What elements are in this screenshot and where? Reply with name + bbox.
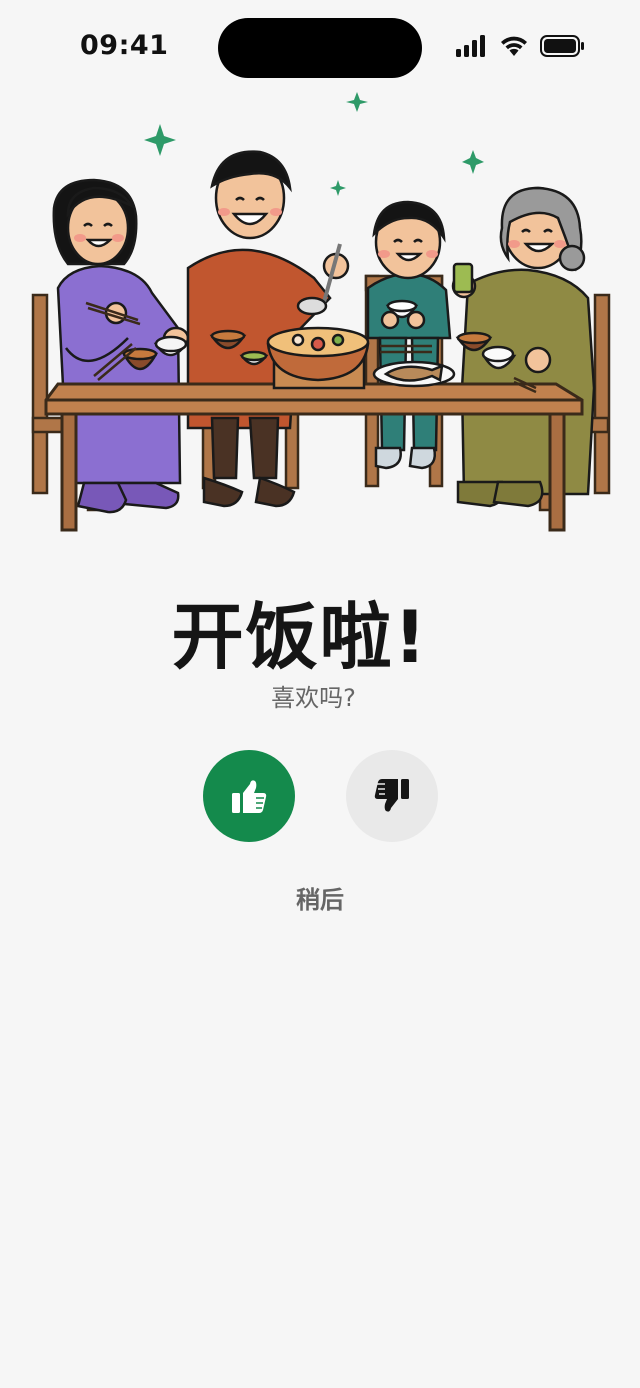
status-icons	[448, 33, 588, 61]
status-time: 09:41	[80, 30, 169, 61]
wifi-icon	[501, 36, 527, 56]
page-title: 开饭啦!	[171, 595, 429, 679]
sparkle-icon	[462, 150, 484, 174]
dislike-button[interactable]	[346, 750, 438, 842]
cellular-signal-icon	[456, 35, 485, 57]
prompt-text: 喜欢吗?	[271, 684, 356, 712]
sparkle-icon	[346, 92, 368, 112]
sparkle-icon	[330, 180, 346, 196]
thumbs-up-icon	[232, 780, 267, 813]
like-button[interactable]	[203, 750, 295, 842]
battery-icon	[540, 35, 584, 57]
sparkle-icon	[144, 124, 176, 156]
later-button[interactable]: 稍后	[0, 880, 640, 915]
family-dinner-illustration	[31, 92, 611, 532]
status-bar: 09:41	[0, 0, 640, 100]
thumbs-down-icon	[374, 779, 409, 812]
dynamic-island	[218, 18, 422, 78]
